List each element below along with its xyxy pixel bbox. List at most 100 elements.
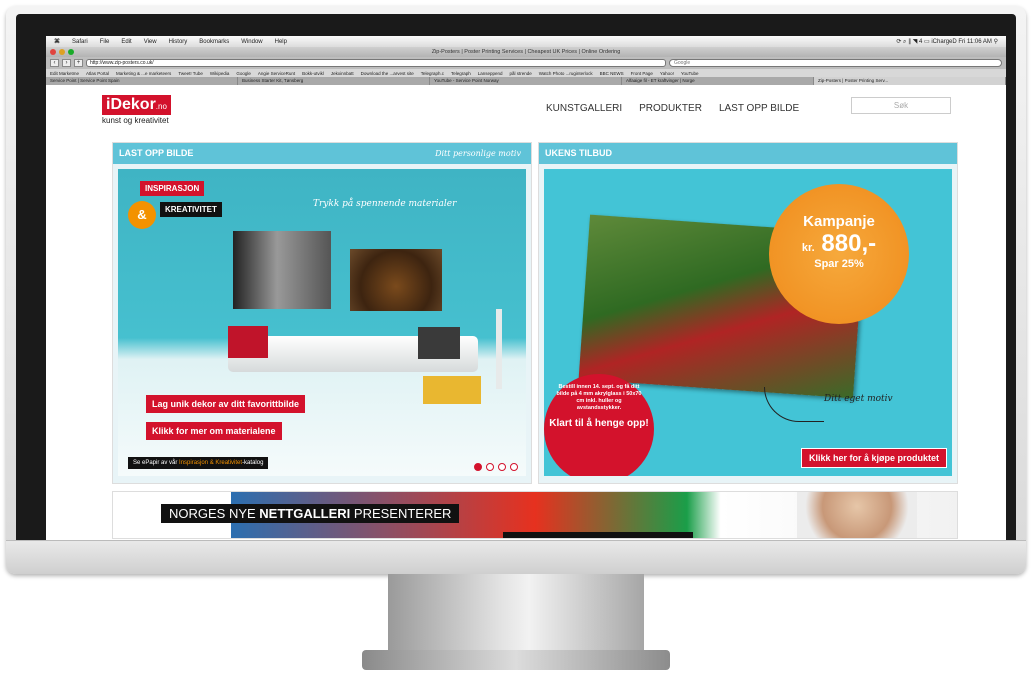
order-deadline-badge: Bestill innen 14. sept. og få ditt bilde… [544, 374, 654, 476]
bookmark-item[interactable]: YouTube [681, 71, 699, 76]
menu-bookmarks[interactable]: Bookmarks [199, 39, 229, 45]
minimize-window-button[interactable] [59, 49, 65, 55]
bookmark-item[interactable]: Jekxinnbatt [331, 71, 354, 76]
weekly-offer-image[interactable]: Kampanje kr. 880,- Spar 25% Bestill inne… [544, 169, 952, 476]
monitor-stand-base [362, 650, 670, 670]
creativity-tag: KREATIVITET [160, 202, 222, 217]
bookmark-item[interactable]: Watch Photo ...ruginterlock [539, 71, 593, 76]
campaign-title: Kampanje [803, 213, 875, 230]
menu-file[interactable]: File [100, 39, 110, 45]
bookmark-item[interactable]: Edit Marketme [50, 71, 79, 76]
menu-safari[interactable]: Safari [72, 39, 88, 45]
price-currency: kr. [801, 242, 815, 254]
campaign-burst-text: Kampanje kr. 880,- Spar 25% [777, 213, 901, 270]
browser-tab[interactable]: YouTube - Service Point Norway [430, 77, 622, 85]
menu-view[interactable]: View [144, 39, 157, 45]
banner-suffix: PRESENTERER [350, 506, 452, 521]
monitor-stand [388, 574, 644, 654]
nav-products[interactable]: PRODUKTER [639, 103, 702, 114]
banner-face-image [797, 492, 917, 538]
bookmark-item[interactable]: Atlas Portal [86, 71, 109, 76]
favorite-image-cta[interactable]: Lag unik dekor av ditt favorittbilde [146, 395, 306, 413]
own-motif-script: Ditt eget motiv [824, 394, 893, 404]
menubar-status: ⟳ ⌕ ∥ ◥ 4 ▭ iChargeD Fri 11:06 AM ⚲ [896, 38, 998, 45]
ready-to-hang-text: Klart til å henge opp! [549, 418, 649, 429]
browser-tab[interactable]: Service Point | Service Point Spain [46, 77, 238, 85]
carousel-dot-2[interactable] [486, 463, 494, 471]
upload-panel: LAST OPP BILDE Ditt personlige motiv INS… [112, 142, 532, 484]
menu-edit[interactable]: Edit [121, 39, 131, 45]
mac-menubar: ⌘ Safari File Edit View History Bookmark… [46, 36, 1006, 47]
weekly-offer-header: UKENS TILBUD [539, 143, 957, 164]
add-bookmark-button[interactable]: + [74, 59, 83, 67]
bookmark-item[interactable]: Download the ...arvest site [361, 71, 414, 76]
logo-tagline: kunst og kreativitet [102, 116, 169, 125]
gallery-banner[interactable]: NORGES NYE NETTGALLERI PRESENTERER [112, 491, 958, 539]
nav-art-gallery[interactable]: KUNSTGALLERI [546, 103, 622, 114]
banner-prefix: NORGES NYE [169, 506, 260, 521]
screen: ⌘ Safari File Edit View History Bookmark… [46, 36, 1006, 540]
bookmark-item[interactable]: Yahoo! [660, 71, 674, 76]
campaign-discount: Spar 25% [814, 258, 864, 270]
bookmark-item[interactable]: Google [236, 71, 251, 76]
bookmark-item[interactable]: Angie ServiceRunt [258, 71, 295, 76]
bookmark-item[interactable]: pål strende [510, 71, 532, 76]
site-logo[interactable]: iDekor.no kunst og kreativitet [102, 95, 171, 125]
bookmarks-bar: Edit Marketme Atlas Portal Marketing & .… [46, 69, 1006, 77]
window-title: Zip-Posters | Poster Printing Services |… [431, 49, 621, 55]
bookmark-item[interactable]: Telegraph [451, 71, 471, 76]
catalog-prefix: Se ePapir av vår [133, 460, 180, 466]
search-field[interactable]: Google [669, 59, 1002, 67]
menu-window[interactable]: Window [241, 39, 262, 45]
pillow-red [228, 326, 268, 358]
order-deadline-text: Bestill innen 14. sept. og få ditt bilde… [556, 384, 642, 411]
menu-help[interactable]: Help [275, 39, 287, 45]
browser-tab-active[interactable]: Zip-Posters | Poster Printing Serv... [814, 77, 1006, 85]
nav-upload-image[interactable]: LAST OPP BILDE [719, 103, 799, 114]
pillow-dark [418, 327, 460, 359]
address-bar[interactable]: http://www.zip-posters.co.uk/ [86, 59, 666, 67]
catalog-link[interactable]: Se ePapir av vår Inspirasjon & Kreativit… [128, 457, 269, 469]
carousel-dot-4[interactable] [510, 463, 518, 471]
canvas-print-portrait [233, 231, 331, 309]
browser-tab[interactable]: Business Starter Kit, Tønsberg [238, 77, 430, 85]
bookmark-item[interactable]: Tweet! Tube [178, 71, 203, 76]
apple-menu-icon[interactable]: ⌘ [54, 38, 60, 45]
carousel-dot-3[interactable] [498, 463, 506, 471]
banner-black-bar [503, 532, 693, 538]
carousel-dot-1[interactable] [474, 463, 482, 471]
buy-product-button[interactable]: Klikk her for å kjøpe produktet [800, 448, 947, 468]
website: iDekor.no kunst og kreativitet KUNSTGALL… [46, 85, 1006, 539]
catalog-suffix: -katalog [242, 460, 264, 466]
bookmark-item[interactable]: Telegraph.c [421, 71, 444, 76]
bookmark-item[interactable]: BBC NEWS [600, 71, 624, 76]
close-window-button[interactable] [50, 49, 56, 55]
canvas-print-dog [350, 249, 442, 311]
upload-panel-script: Ditt personlige motiv [435, 149, 521, 158]
menu-history[interactable]: History [169, 39, 188, 45]
ampersand-badge: & [128, 201, 156, 229]
monitor-chin [6, 540, 1026, 574]
browser-tab[interactable]: Alfaaige fil - ET kraftvinger | Norge [622, 77, 814, 85]
browser-toolbar: ‹ › + http://www.zip-posters.co.uk/ Goog… [46, 57, 1006, 69]
weekly-offer-panel: UKENS TILBUD Kampanje kr. 880,- Spar 25%… [538, 142, 958, 484]
upload-panel-header: LAST OPP BILDE Ditt personlige motiv [113, 143, 531, 164]
materials-cta[interactable]: Klikk for mer om materialene [146, 422, 282, 440]
bookmark-item[interactable]: Bokk-utvikl [302, 71, 324, 76]
site-search-input[interactable]: Søk [851, 97, 951, 114]
banner-headline: NORGES NYE NETTGALLERI PRESENTERER [161, 504, 460, 523]
materials-script: Trykk på spennende materialer [313, 199, 457, 209]
upload-hero-image[interactable]: INSPIRASJON & KREATIVITET Trykk på spenn… [118, 169, 526, 476]
bookmark-item[interactable]: Front Page [631, 71, 653, 76]
bookmark-item[interactable]: Lanseppend [478, 71, 503, 76]
campaign-price: 880,- [821, 230, 877, 257]
bookmark-item[interactable]: Marketing & ...e marketeers [116, 71, 171, 76]
bookmark-item[interactable]: Wikipedia [210, 71, 230, 76]
pillow-yellow [423, 376, 481, 404]
weekly-offer-title: UKENS TILBUD [545, 148, 612, 158]
banner-bold: NETTGALLERI [259, 506, 351, 521]
floor-lamp [496, 309, 502, 389]
back-button[interactable]: ‹ [50, 59, 59, 67]
zoom-window-button[interactable] [68, 49, 74, 55]
forward-button[interactable]: › [62, 59, 71, 67]
